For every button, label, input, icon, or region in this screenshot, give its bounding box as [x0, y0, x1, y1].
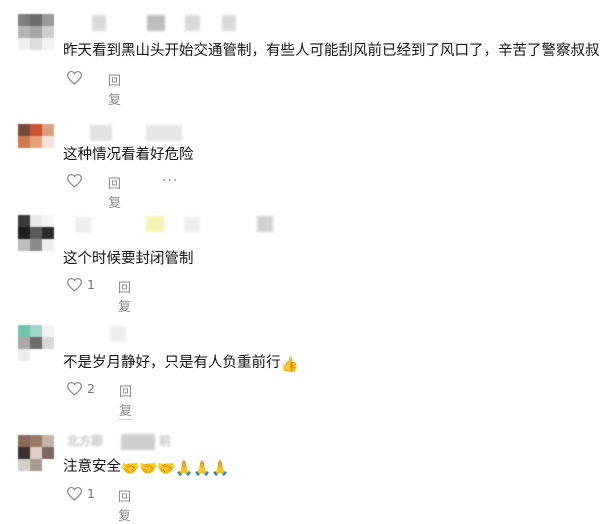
- heart-outline-icon[interactable]: [66, 486, 83, 501]
- comment-text: 注意安全🤝🤝🤝🙏🙏🙏: [63, 458, 229, 478]
- thumbs-up-emoji: 👍: [281, 356, 299, 374]
- username[interactable]: 北方跟: [67, 432, 103, 449]
- like-count: 1: [87, 486, 95, 501]
- username-redacted[interactable]: [90, 125, 112, 141]
- heart-outline-icon[interactable]: [66, 173, 83, 188]
- comment-text: 这种情况看着好危险: [63, 146, 194, 164]
- timestamp: 前: [159, 432, 171, 449]
- like-count: 1: [87, 277, 95, 292]
- like-count: 2: [87, 381, 95, 396]
- avatar[interactable]: [18, 325, 54, 361]
- comment-text-body: 不是岁月静好，只是有人负重前行: [63, 355, 281, 371]
- avatar[interactable]: [18, 215, 54, 251]
- username-redacted: [147, 15, 165, 31]
- username-redacted: [222, 15, 236, 31]
- comment-text: 不是岁月静好，只是有人负重前行👍: [63, 354, 299, 374]
- comment-text-body: 注意安全: [63, 459, 121, 475]
- handshake-pray-emoji: 🤝🤝🤝🙏🙏🙏: [121, 460, 229, 478]
- reply-button[interactable]: 回复: [108, 173, 121, 211]
- avatar[interactable]: [18, 14, 54, 50]
- comment-text-body: 昨天看到黑山头开始交通管制，有些人可能刮风前已经到了风口了，辛苦了警察叔叔: [63, 43, 600, 59]
- username-redacted: [184, 217, 200, 233]
- comment-text: 昨天看到黑山头开始交通管制，有些人可能刮风前已经到了风口了，辛苦了警察叔叔🙏: [63, 42, 600, 62]
- reply-button[interactable]: 回复: [119, 381, 132, 420]
- reply-button[interactable]: 回复: [118, 277, 131, 315]
- reply-button[interactable]: 回复: [108, 70, 121, 108]
- username-redacted: [146, 125, 182, 141]
- username-redacted: [257, 216, 273, 232]
- comment-text: 这个时候要封闭管制: [63, 250, 194, 268]
- reply-button[interactable]: 回复: [118, 486, 131, 524]
- heart-outline-icon[interactable]: [66, 381, 83, 396]
- username-redacted: [146, 216, 164, 232]
- username-redacted[interactable]: [92, 15, 106, 31]
- comment-text-body: 这种情况看着好危险: [63, 147, 194, 163]
- avatar[interactable]: [18, 435, 54, 471]
- username-redacted: [185, 15, 200, 31]
- avatar[interactable]: [18, 124, 54, 160]
- heart-outline-icon[interactable]: [66, 70, 83, 85]
- more-dots-icon[interactable]: ···: [162, 173, 178, 189]
- username-redacted[interactable]: [110, 326, 126, 342]
- comment-text-body: 这个时候要封闭管制: [63, 251, 194, 267]
- username-redacted: [121, 434, 155, 450]
- heart-outline-icon[interactable]: [66, 277, 83, 292]
- username-redacted[interactable]: [75, 217, 91, 233]
